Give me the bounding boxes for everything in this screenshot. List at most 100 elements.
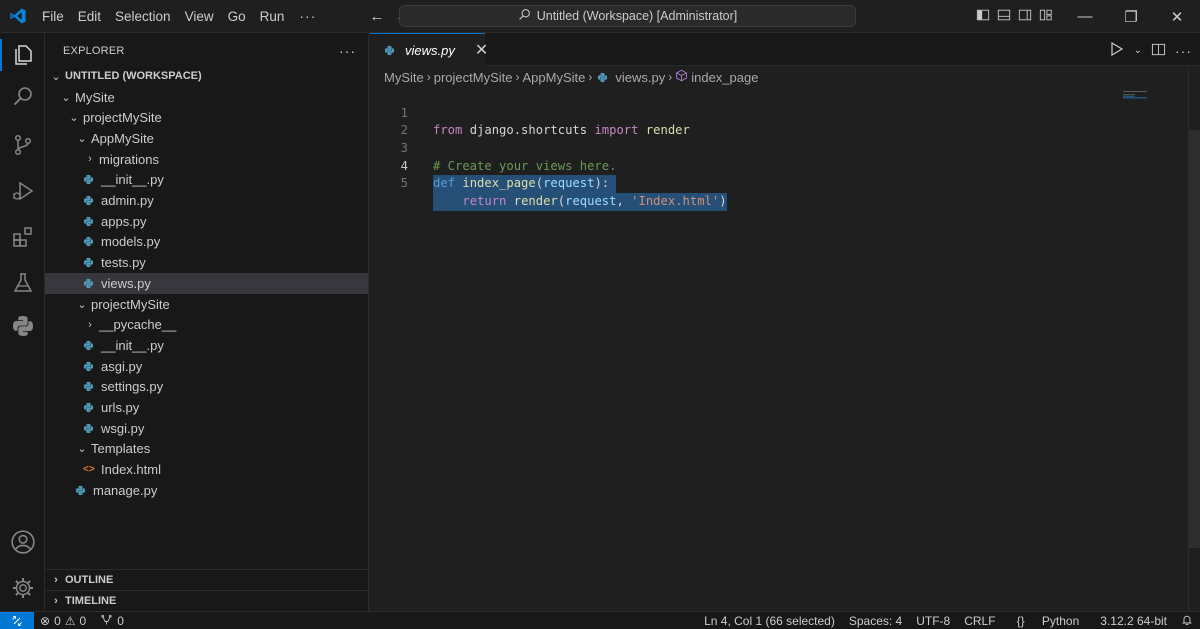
menu-selection[interactable]: Selection bbox=[108, 0, 178, 33]
workspace-root[interactable]: ⌄ UNTITLED (WORKSPACE) bbox=[45, 66, 368, 87]
python-file-icon bbox=[83, 174, 97, 185]
tree-item-admin-py[interactable]: admin.py bbox=[45, 190, 368, 211]
tree-item-init-py-2[interactable]: __init__.py bbox=[45, 335, 368, 356]
chevron-down-icon: ⌄ bbox=[77, 298, 87, 311]
end-of-line[interactable]: CRLF bbox=[957, 614, 1002, 628]
tree-item-views-py[interactable]: views.py bbox=[45, 273, 368, 294]
tree-item-label: AppMySite bbox=[91, 130, 154, 146]
command-center-search[interactable]: Untitled (Workspace) [Administrator] bbox=[399, 5, 856, 27]
split-editor-icon[interactable] bbox=[1151, 42, 1166, 60]
tree-item-models-py[interactable]: models.py bbox=[45, 232, 368, 253]
tree-item-templates[interactable]: ⌄ Templates bbox=[45, 439, 368, 460]
ports-icon[interactable] bbox=[100, 614, 113, 629]
toggle-secondary-sidebar-icon[interactable] bbox=[1018, 8, 1032, 22]
tree-item-mysite[interactable]: ⌄ MySite bbox=[45, 87, 368, 108]
python-interpreter[interactable]: 3.12.2 64-bit bbox=[1093, 614, 1174, 628]
manage-gear-icon[interactable] bbox=[0, 568, 45, 608]
toggle-primary-sidebar-icon[interactable] bbox=[976, 8, 990, 22]
run-and-debug-icon[interactable] bbox=[0, 171, 45, 211]
command-center-label: Untitled (Workspace) [Administrator] bbox=[536, 9, 738, 23]
python-icon[interactable] bbox=[0, 306, 45, 346]
testing-icon[interactable] bbox=[0, 263, 45, 303]
scrollbar-thumb[interactable] bbox=[1189, 130, 1200, 548]
tree-item-tests-py[interactable]: tests.py bbox=[45, 252, 368, 273]
menu-go[interactable]: Go bbox=[221, 0, 253, 33]
editor-more-button[interactable]: ··· bbox=[1175, 43, 1192, 59]
outline-label: OUTLINE bbox=[65, 574, 114, 586]
tree-item-pycache[interactable]: › __pycache__ bbox=[45, 314, 368, 335]
chevron-right-icon: › bbox=[88, 318, 92, 331]
tree-item-projectmysite-inner[interactable]: ⌄ projectMySite bbox=[45, 294, 368, 315]
code-editor[interactable]: 1 from django.shortcuts import render 2 … bbox=[370, 87, 1188, 211]
tree-item-label: projectMySite bbox=[83, 110, 162, 126]
menu-file[interactable]: File bbox=[35, 0, 71, 33]
layout-controls bbox=[976, 8, 1053, 22]
chevron-right-icon: › bbox=[515, 70, 520, 84]
encoding[interactable]: UTF-8 bbox=[909, 614, 957, 628]
tree-item-label: __pycache__ bbox=[99, 317, 177, 333]
error-count[interactable]: 0 bbox=[54, 614, 61, 628]
indentation[interactable]: Spaces: 4 bbox=[842, 614, 909, 628]
tree-item-apps-py[interactable]: apps.py bbox=[45, 211, 368, 232]
warning-icon[interactable]: ⚠ bbox=[65, 614, 76, 628]
menu-more-button[interactable]: ··· bbox=[291, 8, 324, 24]
cursor-position[interactable]: Ln 4, Col 1 (66 selected) bbox=[697, 614, 842, 628]
restore-button[interactable]: ❐ bbox=[1108, 0, 1154, 33]
run-dropdown-chevron-icon[interactable]: ⌄ bbox=[1134, 45, 1142, 56]
tree-item-asgi-py[interactable]: asgi.py bbox=[45, 356, 368, 377]
breadcrumb-item[interactable]: AppMySite bbox=[522, 70, 585, 85]
remote-indicator-icon[interactable] bbox=[0, 612, 34, 629]
breadcrumb-item[interactable]: MySite bbox=[384, 70, 424, 85]
warning-count[interactable]: 0 bbox=[80, 614, 87, 628]
breadcrumb-item[interactable]: projectMySite bbox=[434, 70, 513, 85]
tree-item-label: wsgi.py bbox=[101, 420, 145, 436]
tree-item-appmysite[interactable]: ⌄ AppMySite bbox=[45, 128, 368, 149]
tree-item-migrations[interactable]: › migrations bbox=[45, 149, 368, 170]
minimap[interactable] bbox=[1123, 87, 1183, 99]
tree-item-manage-py[interactable]: manage.py bbox=[45, 480, 368, 501]
tree-item-wsgi-py[interactable]: wsgi.py bbox=[45, 418, 368, 439]
explorer-more-button[interactable]: ··· bbox=[339, 43, 356, 59]
extensions-icon[interactable] bbox=[0, 217, 45, 257]
toggle-panel-icon[interactable] bbox=[997, 8, 1011, 22]
menu-edit[interactable]: Edit bbox=[71, 0, 108, 33]
menu-bar: File Edit Selection View Go Run ··· bbox=[35, 0, 324, 33]
minimize-button[interactable]: — bbox=[1062, 0, 1108, 33]
timeline-section[interactable]: › TIMELINE bbox=[45, 590, 368, 611]
source-control-icon[interactable] bbox=[0, 125, 45, 165]
tree-item-label: __init__.py bbox=[101, 172, 164, 188]
breadcrumb-item[interactable]: views.py bbox=[615, 70, 665, 85]
explorer-icon[interactable] bbox=[0, 35, 45, 75]
tree-item-urls-py[interactable]: urls.py bbox=[45, 397, 368, 418]
accounts-icon[interactable] bbox=[0, 522, 45, 562]
menu-view[interactable]: View bbox=[178, 0, 221, 33]
notifications-bell-icon[interactable] bbox=[1174, 614, 1200, 629]
chevron-right-icon: › bbox=[668, 70, 673, 84]
ports-count[interactable]: 0 bbox=[117, 614, 124, 628]
tree-item-index-html[interactable]: <> Index.html bbox=[45, 459, 368, 480]
close-window-button[interactable]: ✕ bbox=[1154, 0, 1200, 33]
tree-item-init-py[interactable]: __init__.py bbox=[45, 170, 368, 191]
tree-item-settings-py[interactable]: settings.py bbox=[45, 377, 368, 398]
customize-layout-icon[interactable] bbox=[1039, 8, 1053, 22]
braces-icon: {} bbox=[1016, 614, 1028, 628]
close-tab-icon[interactable]: ✕ bbox=[475, 40, 488, 60]
title-bar: File Edit Selection View Go Run ··· ← → … bbox=[0, 0, 1200, 33]
outline-section[interactable]: › OUTLINE bbox=[45, 569, 368, 590]
breadcrumb-item[interactable]: index_page bbox=[691, 70, 758, 85]
chevron-down-icon: ⌄ bbox=[77, 132, 87, 145]
error-icon[interactable]: ⊗ bbox=[40, 614, 50, 628]
search-icon[interactable] bbox=[0, 77, 45, 117]
python-file-icon bbox=[83, 340, 97, 351]
back-arrow-icon[interactable]: ← bbox=[369, 8, 384, 25]
tree-item-label: MySite bbox=[75, 89, 115, 105]
chevron-down-icon: ⌄ bbox=[69, 112, 79, 125]
menu-run[interactable]: Run bbox=[253, 0, 292, 33]
tree-item-label: asgi.py bbox=[101, 358, 143, 374]
run-python-file-icon[interactable] bbox=[1109, 41, 1125, 60]
python-file-icon bbox=[597, 72, 611, 83]
language-mode[interactable]: {} Python bbox=[1003, 614, 1094, 628]
tree-item-projectmysite[interactable]: ⌄ projectMySite bbox=[45, 107, 368, 128]
code-line: 1 from django.shortcuts import render bbox=[370, 87, 1188, 138]
tab-views-py[interactable]: views.py ✕ bbox=[370, 33, 488, 66]
